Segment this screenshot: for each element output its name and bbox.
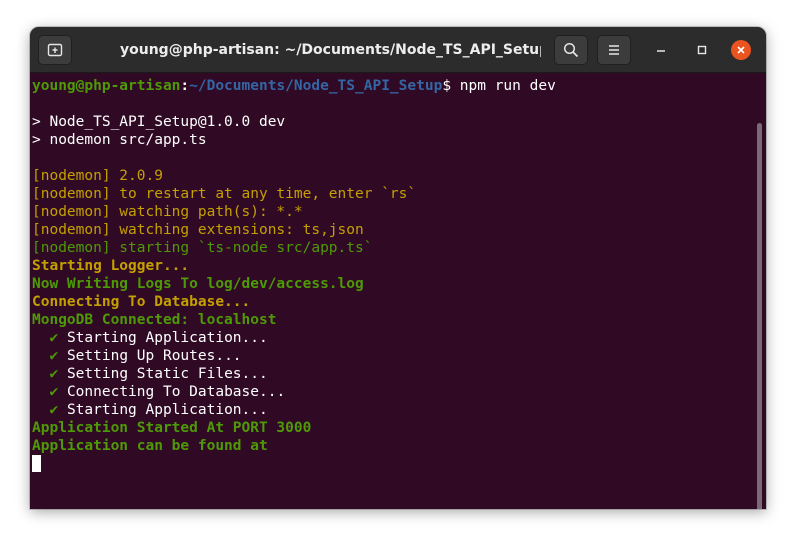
- terminal-output[interactable]: young@php-artisan:~/Documents/Node_TS_AP…: [30, 73, 766, 509]
- terminal-window: young@php-artisan: ~/Documents/Node_TS_A…: [30, 27, 766, 509]
- nodemon-line: [nodemon] to restart at any time, enter …: [32, 186, 417, 202]
- hamburger-menu-icon: [607, 44, 621, 56]
- search-icon: [563, 42, 579, 58]
- check-item: ✔ Connecting To Database...: [32, 383, 754, 401]
- maximize-button[interactable]: [691, 39, 713, 61]
- check-icon: ✔: [49, 348, 59, 364]
- check-item-label: Starting Application...: [66, 402, 268, 418]
- prompt-path: ~/Documents/Node_TS_API_Setup: [189, 78, 443, 94]
- prompt-command: npm run dev: [451, 78, 556, 94]
- menu-button[interactable]: [597, 35, 631, 65]
- nodemon-line: [nodemon] watching extensions: ts,json: [32, 222, 364, 238]
- cursor-line: [32, 455, 754, 473]
- final-line: Application Started At PORT 3000: [32, 420, 312, 436]
- nodemon-line: [nodemon] 2.0.9: [32, 168, 163, 184]
- check-item: ✔ Setting Up Routes...: [32, 347, 754, 365]
- log-line: Starting Logger...: [32, 258, 190, 274]
- log-line: Now Writing Logs To log/dev/access.log: [32, 276, 364, 292]
- nodemon-line: [nodemon] watching path(s): *.*: [32, 204, 303, 220]
- check-item: ✔ Setting Static Files...: [32, 365, 754, 383]
- title-bar: young@php-artisan: ~/Documents/Node_TS_A…: [30, 27, 766, 73]
- prompt-user-host: young@php-artisan: [32, 78, 181, 94]
- check-item-label: Starting Application...: [66, 330, 268, 346]
- log-line: MongoDB Connected: localhost: [32, 312, 277, 328]
- check-item-label: Connecting To Database...: [66, 384, 286, 400]
- check-icon: ✔: [49, 366, 59, 382]
- check-item-label: Setting Up Routes...: [66, 348, 242, 364]
- check-icon: ✔: [49, 402, 59, 418]
- nodemon-start-line: [nodemon] starting `ts-node src/app.ts`: [32, 240, 373, 256]
- check-item: ✔ Starting Application...: [32, 329, 754, 347]
- close-button[interactable]: [731, 40, 751, 60]
- new-tab-button[interactable]: [38, 35, 72, 65]
- log-line: Connecting To Database...: [32, 294, 251, 310]
- check-item-label: Setting Static Files...: [66, 366, 268, 382]
- final-line: Application can be found at: [32, 438, 268, 454]
- minimize-icon: [655, 44, 667, 56]
- scrollbar[interactable]: [757, 123, 762, 509]
- npm-line: > nodemon src/app.ts: [32, 132, 207, 148]
- npm-line: > Node_TS_API_Setup@1.0.0 dev: [32, 114, 286, 130]
- window-title: young@php-artisan: ~/Documents/Node_TS_A…: [120, 42, 541, 58]
- check-icon: ✔: [49, 330, 59, 346]
- maximize-icon: [696, 44, 708, 56]
- text-cursor: [32, 455, 41, 472]
- prompt-symbol: $: [442, 78, 452, 94]
- search-button[interactable]: [554, 35, 588, 65]
- check-icon: ✔: [49, 384, 59, 400]
- check-item: ✔ Starting Application...: [32, 401, 754, 419]
- minimize-button[interactable]: [650, 39, 672, 61]
- prompt-separator: :: [180, 78, 190, 94]
- new-tab-icon: [47, 43, 63, 57]
- prompt-line: young@php-artisan:~/Documents/Node_TS_AP…: [32, 77, 754, 95]
- close-icon: [736, 45, 746, 55]
